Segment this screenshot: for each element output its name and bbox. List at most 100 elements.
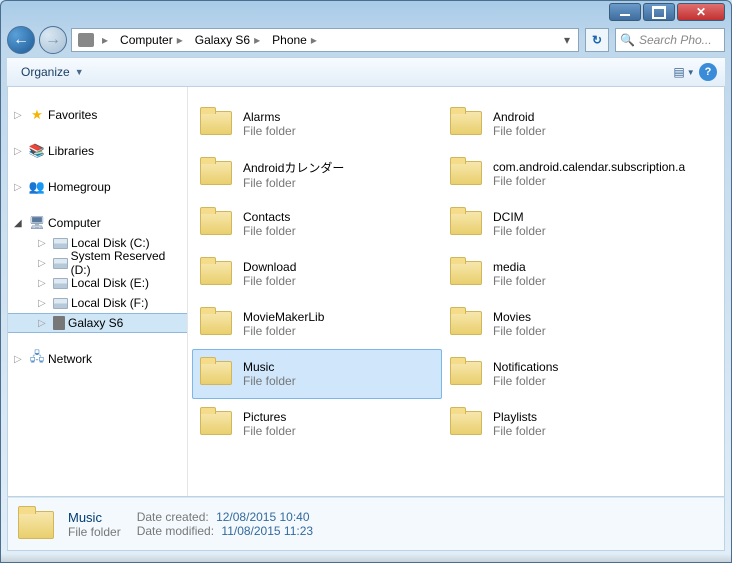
chevron-right-icon: ▸ (173, 33, 187, 47)
folder-icon (16, 503, 58, 545)
breadcrumb-segment[interactable]: Phone (272, 33, 307, 47)
tree-label: Local Disk (F:) (71, 296, 148, 310)
drive-icon (53, 298, 68, 309)
folder-item[interactable]: MoviesFile folder (442, 299, 692, 349)
folder-subtext: File folder (243, 374, 296, 388)
folder-icon (197, 404, 237, 444)
search-input[interactable]: 🔍 Search Pho... (615, 28, 725, 52)
folder-subtext: File folder (243, 424, 296, 438)
content-pane[interactable]: AlarmsFile folderAndroidFile folderAndro… (188, 87, 724, 496)
details-modified-label: Date modified: (137, 524, 214, 538)
folder-item[interactable]: ContactsFile folder (192, 199, 442, 249)
chevron-right-icon: ▷ (14, 110, 26, 121)
explorer-window: ← → ▸ Computer▸ Galaxy S6▸ Phone▸ ▾ ↻ 🔍 … (0, 0, 732, 563)
folder-icon (197, 254, 237, 294)
chevron-down-icon: ◢ (14, 218, 26, 229)
tree-homegroup[interactable]: ▷ 👥 Homegroup (8, 177, 187, 197)
folder-subtext: File folder (493, 274, 546, 288)
details-type: File folder (68, 525, 121, 539)
chevron-down-icon: ▼ (75, 67, 84, 77)
star-icon: ★ (29, 107, 45, 123)
tree-network[interactable]: ▷ 🖧 Network (8, 349, 187, 369)
folder-name: com.android.calendar.subscription.a (493, 160, 685, 174)
phone-icon (53, 316, 65, 330)
tree-drive-item[interactable]: ▷Galaxy S6 (8, 313, 187, 333)
folder-subtext: File folder (243, 274, 296, 288)
tree-label: Local Disk (C:) (71, 236, 150, 250)
organize-button[interactable]: Organize ▼ (15, 62, 90, 82)
drive-icon (53, 258, 68, 269)
tree-computer[interactable]: ◢ 🖥 Computer (8, 213, 187, 233)
folder-item[interactable]: com.android.calendar.subscription.aFile … (442, 149, 692, 199)
tree-label: Galaxy S6 (68, 316, 123, 330)
tree-favorites[interactable]: ▷ ★ Favorites (8, 105, 187, 125)
details-pane: Music File folder Date created: 12/08/20… (7, 497, 725, 551)
back-button[interactable]: ← (7, 26, 35, 54)
folder-item[interactable]: PicturesFile folder (192, 399, 442, 449)
folder-item[interactable]: DCIMFile folder (442, 199, 692, 249)
folder-icon (447, 354, 487, 394)
details-created-value: 12/08/2015 10:40 (216, 510, 309, 524)
navigation-pane: ▷ ★ Favorites ▷ 📚 Libraries ▷ 👥 Homegrou… (8, 87, 188, 496)
refresh-button[interactable]: ↻ (585, 28, 609, 52)
folder-name: MovieMakerLib (243, 310, 324, 324)
folder-subtext: File folder (493, 174, 685, 188)
folder-name: Androidカレンダー (243, 159, 344, 176)
folder-subtext: File folder (493, 374, 558, 388)
address-bar[interactable]: ▸ Computer▸ Galaxy S6▸ Phone▸ ▾ (71, 28, 579, 52)
command-bar: Organize ▼ ▤ ▼ ? (7, 57, 725, 87)
forward-button[interactable]: → (39, 26, 67, 54)
folder-item[interactable]: MovieMakerLibFile folder (192, 299, 442, 349)
titlebar (1, 1, 731, 23)
help-button[interactable]: ? (699, 63, 717, 81)
folder-icon (197, 204, 237, 244)
folder-icon (447, 304, 487, 344)
breadcrumb-segment[interactable]: Computer (120, 33, 173, 47)
folder-item[interactable]: NotificationsFile folder (442, 349, 692, 399)
folder-subtext: File folder (493, 224, 546, 238)
address-dropdown[interactable]: ▾ (558, 33, 576, 47)
breadcrumb-segment[interactable]: Galaxy S6 (195, 33, 250, 47)
tree-drive-item[interactable]: ▷ Local Disk (F:) (8, 293, 187, 313)
tree-label: Local Disk (E:) (71, 276, 149, 290)
tree-label: Homegroup (48, 180, 111, 194)
folder-icon (197, 154, 237, 194)
nav-row: ← → ▸ Computer▸ Galaxy S6▸ Phone▸ ▾ ↻ 🔍 … (1, 23, 731, 57)
folder-item[interactable]: AndroidカレンダーFile folder (192, 149, 442, 199)
tree-drive-item[interactable]: ▷System Reserved (D:) (8, 253, 187, 273)
folder-subtext: File folder (243, 124, 296, 138)
folder-subtext: File folder (493, 124, 546, 138)
bottom-shadow (1, 554, 731, 562)
search-icon: 🔍 (620, 33, 635, 47)
chevron-right-icon: ▷ (38, 258, 50, 269)
folder-name: Download (243, 260, 296, 274)
tree-label: Network (48, 352, 92, 366)
folder-item[interactable]: AndroidFile folder (442, 99, 692, 149)
folder-icon (447, 204, 487, 244)
chevron-right-icon: ▸ (250, 33, 264, 47)
folder-name: Notifications (493, 360, 558, 374)
homegroup-icon: 👥 (29, 179, 45, 195)
folder-subtext: File folder (243, 224, 296, 238)
folder-icon (447, 404, 487, 444)
folder-item[interactable]: mediaFile folder (442, 249, 692, 299)
chevron-right-icon: ▸ (307, 33, 321, 47)
chevron-right-icon: ▷ (14, 182, 26, 193)
tree-libraries[interactable]: ▷ 📚 Libraries (8, 141, 187, 161)
folder-icon (447, 254, 487, 294)
folder-icon (197, 104, 237, 144)
maximize-button[interactable] (643, 3, 675, 21)
folder-item[interactable]: MusicFile folder (192, 349, 442, 399)
folder-subtext: File folder (243, 324, 324, 338)
view-options-button[interactable]: ▤ ▼ (671, 62, 697, 82)
folder-item[interactable]: AlarmsFile folder (192, 99, 442, 149)
folder-name: Playlists (493, 410, 546, 424)
chevron-right-icon: ▷ (14, 354, 26, 365)
chevron-right-icon: ▷ (38, 298, 50, 309)
folder-item[interactable]: PlaylistsFile folder (442, 399, 692, 449)
folder-item[interactable]: DownloadFile folder (192, 249, 442, 299)
minimize-button[interactable] (609, 3, 641, 21)
close-button[interactable] (677, 3, 725, 21)
folder-name: Android (493, 110, 546, 124)
tree-label: Libraries (48, 144, 94, 158)
